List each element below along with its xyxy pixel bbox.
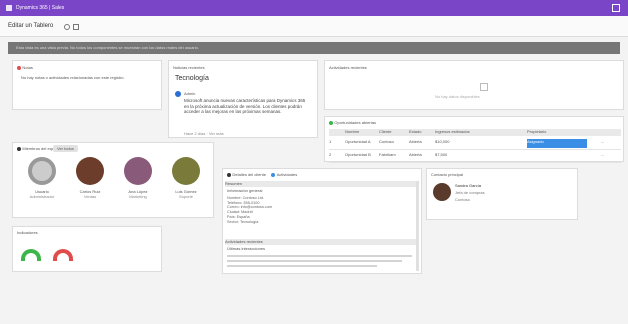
opportunities-card: Oportunidades abiertas Nombre Cliente Es… bbox=[324, 116, 624, 163]
opportunities-icon bbox=[329, 120, 333, 125]
news-footer[interactable]: Hace 2 días · Ver más bbox=[184, 131, 224, 136]
avatar bbox=[124, 157, 152, 185]
table-row[interactable]: 1 Oportunidad A Contoso Abierta $10,000 … bbox=[329, 139, 621, 150]
table-cell[interactable]: Fabrikam bbox=[379, 152, 409, 162]
table-row[interactable]: 2 Oportunidad B Fabrikam Abierta $7,500 … bbox=[329, 152, 621, 163]
table-cell[interactable]: Oportunidad B bbox=[345, 152, 379, 162]
table-cell: $7,500 bbox=[435, 152, 448, 157]
banner-text: Esta vista es una vista previa. No todos… bbox=[16, 45, 199, 50]
author-avatar bbox=[175, 91, 181, 97]
section-title: Actividades recientes bbox=[225, 239, 263, 244]
table-cell[interactable]: Oportunidad A bbox=[345, 139, 379, 149]
app-name[interactable]: Dynamics 365 | Sales bbox=[16, 5, 64, 11]
activities-header: Actividades recientes bbox=[329, 65, 367, 70]
tab-activities[interactable]: Actividades bbox=[277, 172, 297, 177]
text-line bbox=[227, 255, 412, 257]
column-header[interactable]: Ingresos estimados bbox=[435, 129, 527, 136]
info-icon[interactable] bbox=[64, 24, 70, 30]
kpi-card: Indicadores bbox=[12, 226, 162, 272]
table-cell: 2 bbox=[329, 152, 332, 157]
notes-icon bbox=[17, 65, 21, 70]
notes-card: Notas No hay notas o actividades relacio… bbox=[12, 60, 162, 110]
contact-name[interactable]: Sandra García bbox=[455, 183, 481, 188]
table-cell[interactable]: Contoso bbox=[379, 139, 409, 149]
team-card: Miembros del equipo Ver todos Usuario Ad… bbox=[12, 142, 214, 218]
column-header[interactable]: Propietario bbox=[527, 129, 601, 136]
column-header[interactable]: Cliente bbox=[379, 129, 409, 136]
column-header[interactable]: Estado bbox=[409, 129, 435, 136]
member-card[interactable]: Luis Gómez Soporte bbox=[163, 157, 209, 199]
contact-title: Jefa de compras bbox=[455, 190, 485, 195]
text-line bbox=[227, 265, 377, 267]
kpi-header: Indicadores bbox=[17, 230, 38, 235]
column-header[interactable] bbox=[329, 129, 345, 136]
contact-card: Contacto principal Sandra García Jefa de… bbox=[426, 168, 578, 220]
member-role: Ventas bbox=[83, 194, 97, 199]
scrollbar[interactable] bbox=[416, 181, 419, 271]
member-role: Marketing bbox=[129, 194, 147, 199]
detail-lines: Nombre: Contoso Ltd. Teléfono: 555-0100 … bbox=[227, 196, 407, 224]
view-all-tab[interactable]: Ver todos bbox=[53, 145, 78, 152]
opportunities-header: Oportunidades abiertas bbox=[329, 120, 376, 126]
news-body: Microsoft anuncia nuevas características… bbox=[184, 98, 306, 115]
column-header[interactable]: Nombre bbox=[345, 129, 379, 136]
row-menu-icon[interactable]: ... bbox=[601, 152, 621, 162]
section-title: Resumen bbox=[225, 181, 243, 186]
section-header: Actividades recientes bbox=[225, 239, 417, 245]
contact-header: Contacto principal bbox=[431, 172, 464, 177]
preview-banner: Esta vista es una vista previa. No todos… bbox=[8, 42, 620, 54]
table-cell: Abierta bbox=[409, 139, 422, 144]
section-subtitle: Últimas interacciones bbox=[227, 246, 266, 251]
app-logo-icon[interactable] bbox=[6, 5, 12, 11]
member-role: Administrador bbox=[29, 194, 55, 199]
title-bar: Editar un Tablero bbox=[0, 16, 628, 37]
activities-card: Actividades recientes No hay datos dispo… bbox=[324, 60, 624, 110]
column-header[interactable] bbox=[601, 129, 621, 136]
table-cell: $10,000 bbox=[435, 139, 450, 144]
member-card[interactable]: Ana López Marketing bbox=[115, 157, 161, 199]
news-card: Noticias recientes Tecnología Admin Micr… bbox=[168, 60, 318, 138]
detail-line: Sector: Tecnología bbox=[227, 219, 259, 224]
team-icon bbox=[17, 146, 21, 151]
section-header: Resumen bbox=[225, 181, 417, 187]
news-header: Noticias recientes bbox=[173, 65, 205, 70]
empty-message: No hay datos disponibles bbox=[435, 94, 480, 99]
notes-title: Notas bbox=[22, 65, 33, 70]
notes-text: No hay notas o actividades relacionadas … bbox=[21, 75, 125, 80]
top-bar: Dynamics 365 | Sales bbox=[0, 0, 628, 16]
settings-icon[interactable] bbox=[73, 24, 79, 30]
assign-button[interactable]: Asignado bbox=[527, 139, 587, 148]
member-card[interactable]: Carlos Ruiz Ventas bbox=[67, 157, 113, 199]
opportunities-title: Oportunidades abiertas bbox=[334, 120, 376, 125]
member-list: Usuario Administrador Carlos Ruiz Ventas… bbox=[19, 157, 209, 199]
row-menu-icon[interactable]: ... bbox=[601, 139, 621, 149]
detail-tabs: Detalles del cliente Actividades bbox=[227, 172, 297, 178]
table-cell bbox=[527, 152, 601, 162]
gauge-green bbox=[21, 249, 41, 261]
avatar bbox=[172, 157, 200, 185]
table-cell: Abierta bbox=[409, 152, 422, 157]
news-title[interactable]: Tecnología bbox=[175, 75, 209, 82]
news-author: Admin bbox=[184, 91, 196, 96]
avatar bbox=[28, 157, 56, 185]
contact-avatar bbox=[433, 183, 451, 201]
member-card[interactable]: Usuario Administrador bbox=[19, 157, 65, 199]
avatar bbox=[76, 157, 104, 185]
table-header-row: Nombre Cliente Estado Ingresos estimados… bbox=[329, 129, 621, 136]
gauge-red bbox=[53, 249, 73, 261]
table-cell: 1 bbox=[329, 139, 332, 144]
detail-card: Detalles del cliente Actividades Resumen… bbox=[222, 168, 422, 274]
empty-icon bbox=[480, 83, 488, 91]
notes-header: Notas bbox=[17, 65, 33, 71]
section-subtitle: Información general bbox=[227, 188, 263, 193]
tab-details[interactable]: Detalles del cliente bbox=[232, 172, 266, 177]
contact-company: Contoso bbox=[455, 197, 470, 202]
member-role: Soporte bbox=[178, 194, 193, 199]
page-title: Editar un Tablero bbox=[8, 23, 54, 29]
menu-icon[interactable] bbox=[612, 4, 620, 12]
activities-tab-icon bbox=[271, 172, 276, 177]
text-line bbox=[227, 260, 402, 262]
detail-icon bbox=[227, 172, 231, 177]
